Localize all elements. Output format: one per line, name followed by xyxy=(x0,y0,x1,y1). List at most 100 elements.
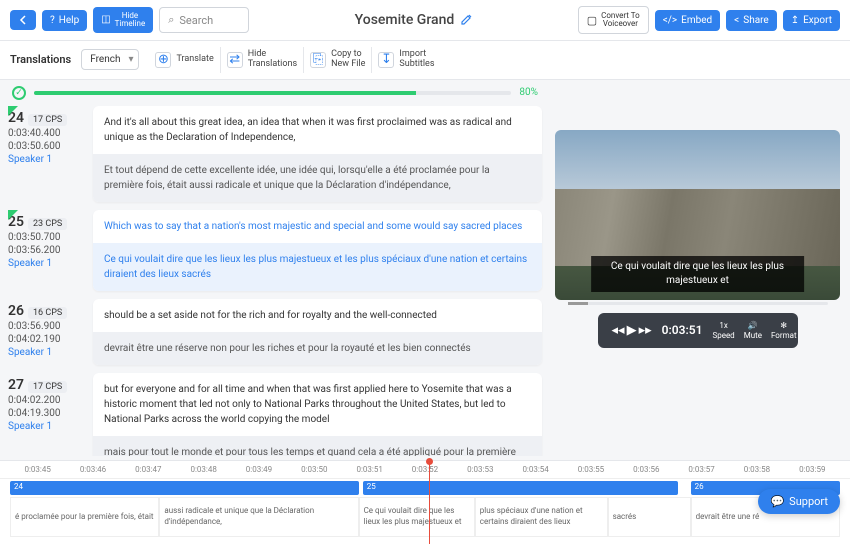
translate-button[interactable]: ⊕Translate xyxy=(149,47,220,73)
video-preview[interactable]: Ce qui voulait dire que les lieux les pl… xyxy=(555,130,840,300)
chat-icon: 💬 xyxy=(770,495,784,508)
import-subtitles-button[interactable]: ↧Import Subtitles xyxy=(372,47,440,73)
segment[interactable]: 2717 CPS0:04:02.2000:04:19.300Speaker 1b… xyxy=(8,373,542,456)
search-input[interactable]: ⌕Search xyxy=(159,7,249,33)
main: ✓ 80% 2417 CPS0:03:40.4000:03:50.600Spea… xyxy=(0,80,850,460)
timeline-track-text[interactable]: é proclamée pour la première fois, était… xyxy=(10,497,840,537)
playback-time: 0:03:51 xyxy=(662,323,703,337)
share-icon: < xyxy=(734,15,739,26)
timeline-text-cell[interactable]: plus spéciaux d'une nation et certains d… xyxy=(475,497,608,537)
segment-speaker[interactable]: Speaker 1 xyxy=(8,258,83,269)
copy-icon: ⎘ xyxy=(310,52,326,68)
segments-list[interactable]: 2417 CPS0:03:40.4000:03:50.600Speaker 1A… xyxy=(0,106,550,456)
segment-end: 0:03:50.600 xyxy=(8,141,83,152)
segment-translation[interactable]: Et tout dépend de cette excellente idée,… xyxy=(93,154,542,202)
translate-icon: ⇄ xyxy=(227,52,243,68)
segment-body[interactable]: should be a set aside not for the rich a… xyxy=(93,299,542,365)
export-button[interactable]: ↥ Export xyxy=(783,10,840,31)
segment-body[interactable]: Which was to say that a nation's most ma… xyxy=(93,210,542,291)
preview-panel: Ce qui voulait dire que les lieux les pl… xyxy=(550,80,850,460)
segment-translation[interactable]: Ce qui voulait dire que les lieux les pl… xyxy=(93,243,542,291)
playhead[interactable] xyxy=(429,461,430,544)
timeline-tick: 0:03:47 xyxy=(121,465,176,474)
gear-icon: ✻ xyxy=(780,321,787,330)
timeline-tick: 0:03:58 xyxy=(729,465,784,474)
timeline-text-cell[interactable]: sacrés xyxy=(608,497,691,537)
progress-percent: 80% xyxy=(519,87,538,98)
arrow-left-icon xyxy=(18,15,28,25)
play-icon[interactable]: ▶ xyxy=(627,323,637,338)
convert-voiceover-button[interactable]: ▢ Convert To Voiceover xyxy=(578,6,649,34)
timeline-tick: 0:03:46 xyxy=(65,465,120,474)
cps-badge: 16 CPS xyxy=(28,307,67,319)
plus-icon: ⊕ xyxy=(155,52,171,68)
language-select[interactable]: French xyxy=(81,49,139,70)
segment-translation[interactable]: mais pour tout le monde et pour tous les… xyxy=(93,436,542,456)
video-player: ◂◂ ▶ ▸▸ 0:03:51 1xSpeed 🔊Mute ✻Format xyxy=(598,313,798,348)
timeline-tick: 0:03:45 xyxy=(10,465,65,474)
timeline-tick: 0:03:48 xyxy=(176,465,231,474)
timeline-clip[interactable]: 24 xyxy=(10,481,359,495)
timeline-text-cell[interactable]: Ce qui voulait dire que les lieux les pl… xyxy=(359,497,475,537)
segment-original[interactable]: Which was to say that a nation's most ma… xyxy=(93,210,542,243)
subtitle-panel: ✓ 80% 2417 CPS0:03:40.4000:03:50.600Spea… xyxy=(0,80,550,460)
timeline-tick: 0:03:59 xyxy=(785,465,840,474)
segment-body[interactable]: And it's all about this great idea, an i… xyxy=(93,106,542,202)
segment-number: 26 xyxy=(8,303,24,319)
timeline-clip[interactable]: 25 xyxy=(363,481,678,495)
segment-speaker[interactable]: Speaker 1 xyxy=(8,347,83,358)
timeline-text-cell[interactable]: é proclamée pour la première fois, était xyxy=(10,497,159,537)
progress-row: ✓ 80% xyxy=(0,80,550,106)
check-icon: ✓ xyxy=(12,86,26,100)
timeline-ruler: 0:03:450:03:460:03:470:03:480:03:490:03:… xyxy=(0,461,850,479)
cps-badge: 17 CPS xyxy=(28,114,67,126)
segment-end: 0:04:02.190 xyxy=(8,334,83,345)
mute-button[interactable]: 🔊Mute xyxy=(744,321,762,340)
import-icon: ↧ xyxy=(378,52,394,68)
help-button[interactable]: ? Help xyxy=(42,10,87,31)
timeline-tick: 0:03:54 xyxy=(508,465,563,474)
translations-toolbar: Translations French ⊕Translate ⇄Hide Tra… xyxy=(0,41,850,80)
hide-timeline-button[interactable]: ◫ Hide Timeline xyxy=(93,7,153,33)
support-button[interactable]: 💬Support xyxy=(758,489,840,514)
segment[interactable]: 2523 CPS0:03:50.7000:03:56.200Speaker 1 W… xyxy=(8,210,542,291)
segment-meta: 2616 CPS0:03:56.9000:04:02.190Speaker 1 xyxy=(8,299,83,365)
translations-label: Translations xyxy=(10,53,71,66)
timeline-icon: ◫ xyxy=(101,15,110,25)
rewind-icon[interactable]: ◂◂ xyxy=(612,323,625,338)
segment-speaker[interactable]: Speaker 1 xyxy=(8,154,83,165)
timeline-tick: 0:03:50 xyxy=(287,465,342,474)
copy-new-file-button[interactable]: ⎘Copy to New File xyxy=(304,47,372,73)
timeline-track-clips[interactable]: 24 25 26 xyxy=(10,481,840,495)
format-button[interactable]: ✻Format xyxy=(771,321,797,340)
segment-body[interactable]: but for everyone and for all time and wh… xyxy=(93,373,542,456)
cps-badge: 17 CPS xyxy=(28,381,67,393)
header: ? Help ◫ Hide Timeline ⌕Search Yosemite … xyxy=(0,0,850,41)
timeline-text-cell[interactable]: aussi radicale et unique que la Déclarat… xyxy=(159,497,358,537)
segment[interactable]: 2616 CPS0:03:56.9000:04:02.190Speaker 1s… xyxy=(8,299,542,365)
timeline-tick: 0:03:56 xyxy=(619,465,674,474)
segment-original[interactable]: And it's all about this great idea, an i… xyxy=(93,106,542,154)
edit-icon[interactable] xyxy=(460,14,472,26)
segment[interactable]: 2417 CPS0:03:40.4000:03:50.600Speaker 1A… xyxy=(8,106,542,202)
video-scrub[interactable] xyxy=(568,302,828,305)
segment-translation[interactable]: devrait être une réserve non pour les ri… xyxy=(93,332,542,365)
hide-translations-button[interactable]: ⇄Hide Translations xyxy=(221,47,304,73)
segment-speaker[interactable]: Speaker 1 xyxy=(8,421,83,432)
embed-button[interactable]: </> Embed xyxy=(655,10,720,31)
timeline-tick: 0:03:55 xyxy=(563,465,618,474)
speed-button[interactable]: 1xSpeed xyxy=(712,321,734,340)
progress-bar[interactable] xyxy=(34,91,511,95)
segment-meta: 2523 CPS0:03:50.7000:03:56.200Speaker 1 xyxy=(8,210,83,291)
segment-end: 0:04:19.300 xyxy=(8,408,83,419)
segment-original[interactable]: but for everyone and for all time and wh… xyxy=(93,373,542,436)
code-icon: </> xyxy=(663,15,677,26)
done-indicator xyxy=(8,106,18,116)
timeline[interactable]: 0:03:450:03:460:03:470:03:480:03:490:03:… xyxy=(0,460,850,544)
segment-original[interactable]: should be a set aside not for the rich a… xyxy=(93,299,542,332)
forward-icon[interactable]: ▸▸ xyxy=(639,323,652,338)
back-button[interactable] xyxy=(10,10,36,30)
share-button[interactable]: < Share xyxy=(726,10,777,31)
page-title: Yosemite Grand xyxy=(255,12,572,28)
segment-number: 27 xyxy=(8,377,24,393)
